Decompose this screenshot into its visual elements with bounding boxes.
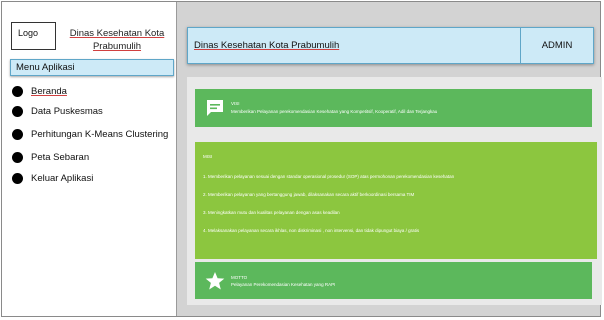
menu-item-beranda[interactable]: Beranda	[12, 84, 67, 98]
bullet-icon	[12, 85, 23, 97]
motto-text: Pelayanan Perekomendasian Kesehatan yang…	[231, 282, 336, 287]
menu-item-label: Beranda	[31, 85, 67, 97]
main-area: Dinas Kesehatan Kota Prabumulih ADMIN VI…	[177, 2, 602, 316]
app-window: Logo Dinas Kesehatan Kota Prabumulih Men…	[1, 1, 602, 317]
menu-item-label: Perhitungan K-Means Clustering	[31, 128, 169, 140]
chat-bubble-icon	[207, 100, 223, 116]
visi-card: VISI Memberikan Pelayanan perekomendasia…	[195, 89, 592, 127]
misi-heading: MISI	[203, 154, 213, 159]
app-name: Dinas Kesehatan Kota Prabumulih	[69, 28, 165, 52]
misi-item: 3. Meningkatkan mutu dan kualitas pelaya…	[203, 210, 340, 215]
star-icon	[205, 272, 225, 290]
bullet-icon	[12, 105, 23, 117]
misi-item: 4. Melaksanakan pelayanan secara ikhlas,…	[203, 228, 420, 233]
misi-item: 1. Memberikan pelayanan sesuai dengan st…	[203, 174, 455, 179]
menu-item-label: Data Puskesmas	[31, 105, 103, 117]
bullet-icon	[12, 172, 23, 184]
bullet-icon	[12, 151, 23, 163]
menu-header: Menu Aplikasi	[10, 59, 174, 76]
misi-item: 2. Memberikan pelayanan yang bertanggung…	[203, 192, 415, 197]
menu-item-peta-sebaran[interactable]: Peta Sebaran	[12, 150, 89, 164]
bullet-icon	[12, 128, 23, 140]
motto-heading: MOTTO	[231, 275, 248, 280]
sidebar: Logo Dinas Kesehatan Kota Prabumulih Men…	[2, 2, 177, 316]
motto-card: MOTTO Pelayanan Perekomendasian Kesehata…	[195, 262, 592, 299]
page-title: Dinas Kesehatan Kota Prabumulih	[194, 40, 340, 51]
content-panel: VISI Memberikan Pelayanan perekomendasia…	[187, 77, 602, 305]
header-bar: Dinas Kesehatan Kota Prabumulih ADMIN	[187, 27, 594, 64]
menu-item-label: Peta Sebaran	[31, 151, 90, 163]
visi-heading: VISI	[231, 101, 240, 106]
logo: Logo	[11, 22, 56, 50]
menu-item-keluar[interactable]: Keluar Aplikasi	[12, 171, 93, 185]
menu-item-data-puskesmas[interactable]: Data Puskesmas	[12, 104, 103, 118]
menu-item-label: Keluar Aplikasi	[31, 172, 94, 184]
menu-item-kmeans[interactable]: Perhitungan K-Means Clustering	[12, 127, 168, 141]
misi-card: MISI 1. Memberikan pelayanan sesuai deng…	[195, 142, 597, 259]
user-label[interactable]: ADMIN	[521, 40, 593, 51]
visi-text: Memberikan Pelayanan perekomendasian Kes…	[231, 109, 438, 114]
